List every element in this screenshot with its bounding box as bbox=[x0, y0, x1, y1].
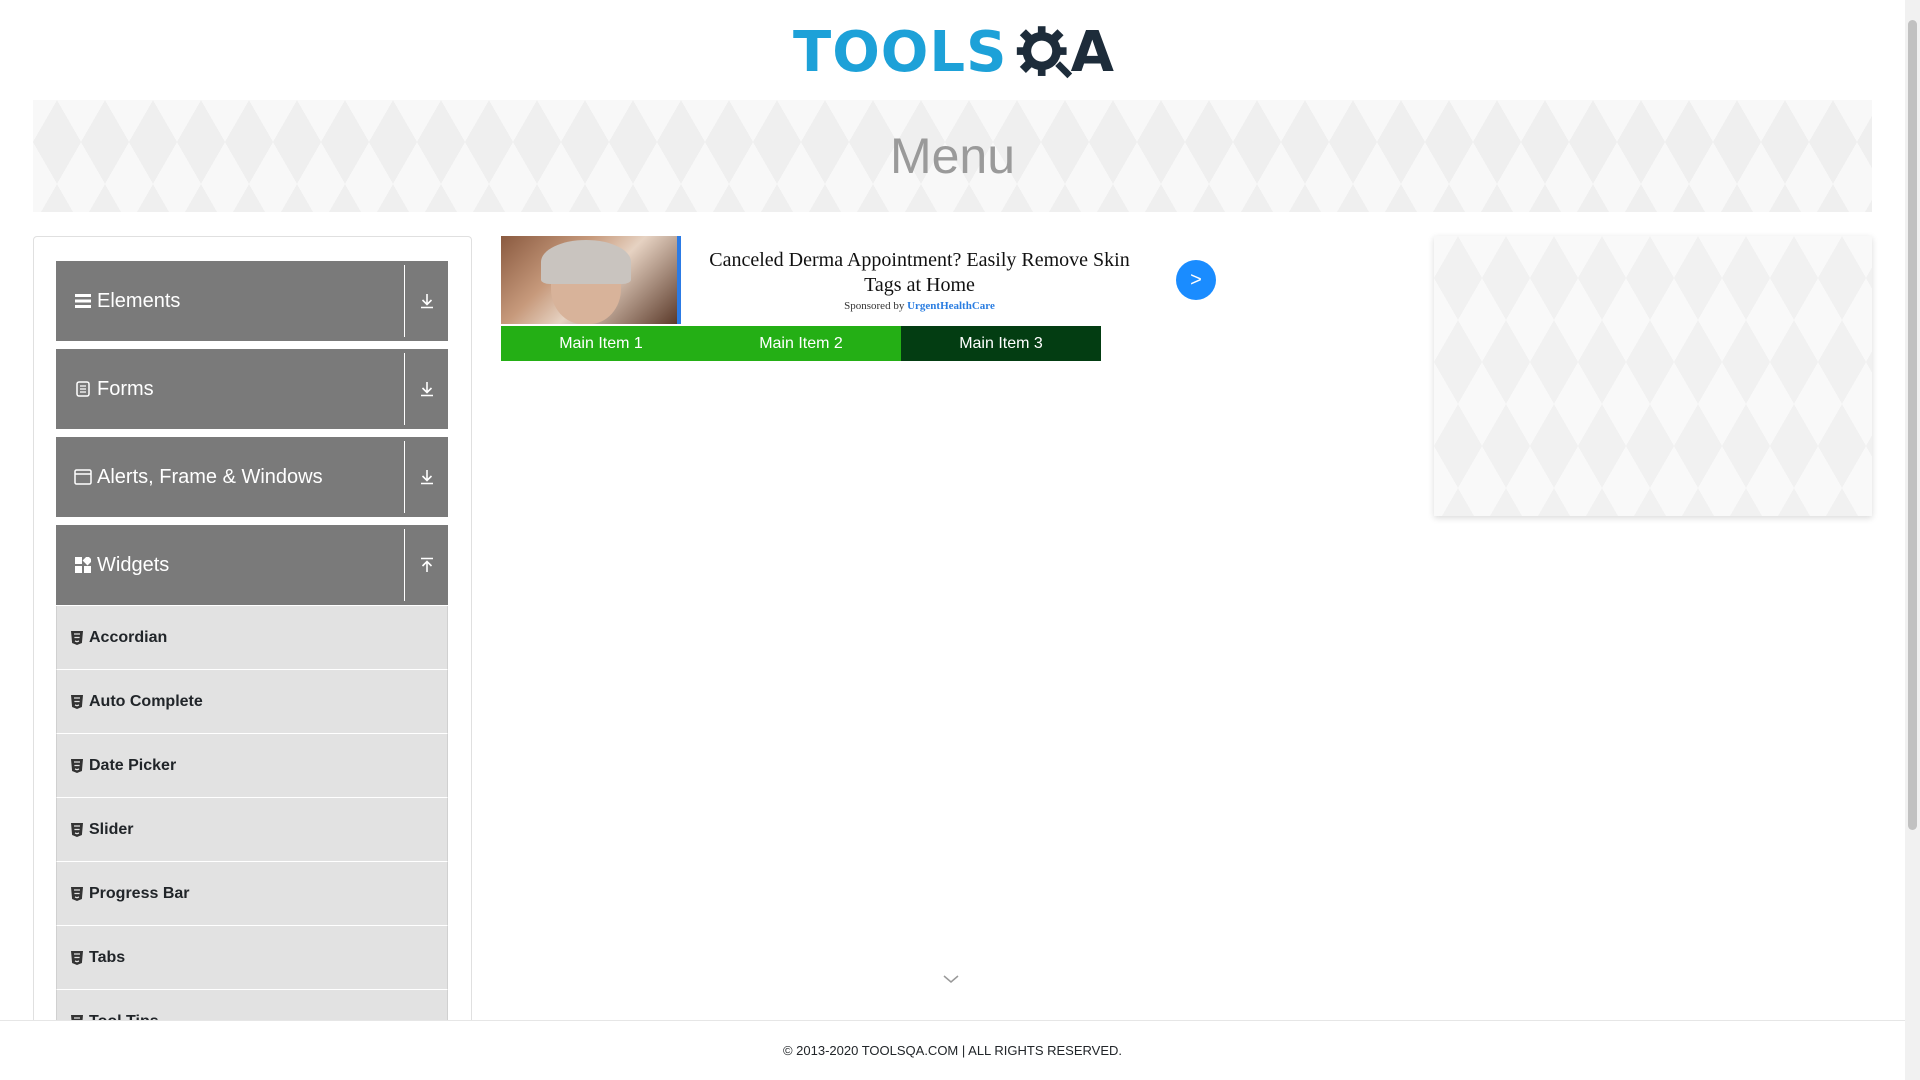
sidebar-group-label: Widgets bbox=[97, 553, 170, 576]
gear-magnifier-icon bbox=[1017, 25, 1073, 78]
sidebar-group-label: Alerts, Frame & Windows bbox=[97, 465, 323, 488]
sidebar-group-forms[interactable]: Forms bbox=[56, 349, 448, 429]
ad-image[interactable] bbox=[501, 236, 681, 324]
copyright-text: © 2013-2020 TOOLSQA.COM | ALL RIGHTS RES… bbox=[782, 1043, 1123, 1058]
document-icon bbox=[74, 380, 92, 398]
sidebar-item-tabs[interactable]: Tabs bbox=[56, 926, 448, 990]
ad-body: Canceled Derma Appointment? Easily Remov… bbox=[681, 236, 1158, 324]
sidebar-item-date-picker[interactable]: Date Picker bbox=[56, 734, 448, 798]
main-menu: Main Item 1 Main Item 2 Main Item 3 bbox=[501, 326, 1101, 361]
sidebar-item-slider[interactable]: Slider bbox=[56, 798, 448, 862]
html5-icon bbox=[71, 630, 83, 645]
html5-icon bbox=[71, 758, 83, 773]
upload-arrow-icon[interactable] bbox=[404, 529, 448, 601]
ad-sponsored-prefix: Sponsored by bbox=[844, 300, 905, 312]
right-ad-placeholder bbox=[1434, 236, 1872, 516]
sidebar-group-label: Forms bbox=[97, 377, 154, 400]
menu-item-main-1[interactable]: Main Item 1 bbox=[501, 326, 701, 361]
html5-icon bbox=[71, 694, 83, 709]
scrollbar-thumb[interactable] bbox=[1908, 20, 1917, 830]
html5-icon bbox=[71, 822, 83, 837]
sidebar-item-accordian[interactable]: Accordian bbox=[56, 606, 448, 670]
toolsqa-logo[interactable]: TOOLS A bbox=[793, 15, 1115, 90]
sidebar-item-label: Accordian bbox=[89, 628, 168, 646]
menu-item-main-3[interactable]: Main Item 3 bbox=[901, 326, 1101, 361]
sidebar-item-label: Date Picker bbox=[89, 756, 177, 774]
sidebar-group-label: Elements bbox=[97, 289, 181, 312]
ad-headline[interactable]: Canceled Derma Appointment? Easily Remov… bbox=[691, 248, 1148, 298]
download-arrow-icon[interactable] bbox=[404, 441, 448, 513]
ad-go-button[interactable]: > bbox=[1176, 260, 1216, 300]
html5-icon bbox=[71, 950, 83, 965]
sidebar-item-label: Slider bbox=[89, 820, 134, 838]
download-arrow-icon[interactable] bbox=[404, 265, 448, 337]
sidebar-item-label: Tabs bbox=[89, 948, 126, 966]
window-icon bbox=[74, 468, 92, 486]
sidebar-item-label: Progress Bar bbox=[89, 884, 190, 902]
page-banner: Menu bbox=[33, 100, 1872, 212]
sponsored-ad[interactable]: Canceled Derma Appointment? Easily Remov… bbox=[501, 236, 1216, 324]
sidebar-group-alerts-frame-windows[interactable]: Alerts, Frame & Windows bbox=[56, 437, 448, 517]
page-footer: © 2013-2020 TOOLSQA.COM | ALL RIGHTS RES… bbox=[0, 1020, 1905, 1080]
hamburger-icon bbox=[74, 292, 92, 310]
widgets-sub-list: Accordian Auto Complete Date Picker Slid… bbox=[56, 606, 448, 1026]
sidebar-item-auto-complete[interactable]: Auto Complete bbox=[56, 670, 448, 734]
ad-sponsor-link[interactable]: UrgentHealthCare bbox=[907, 300, 995, 312]
chevron-down-icon[interactable] bbox=[942, 972, 960, 986]
sidebar-item-label: Auto Complete bbox=[89, 692, 203, 710]
logo-qa-text: A bbox=[1070, 19, 1115, 85]
sidebar-group-widgets[interactable]: Widgets bbox=[56, 525, 448, 605]
menu-item-main-2[interactable]: Main Item 2 bbox=[701, 326, 901, 361]
logo-tools-text: TOOLS bbox=[793, 19, 1008, 85]
sidebar: Elements Forms Alerts, Frame & Windows W… bbox=[33, 236, 472, 1026]
sidebar-item-progress-bar[interactable]: Progress Bar bbox=[56, 862, 448, 926]
ad-image-hair bbox=[541, 240, 631, 284]
download-arrow-icon[interactable] bbox=[404, 353, 448, 425]
widgets-icon bbox=[74, 556, 92, 574]
sidebar-group-elements[interactable]: Elements bbox=[56, 261, 448, 341]
page-scrollbar[interactable] bbox=[1905, 0, 1920, 1080]
ad-sponsor-line: Sponsored by UrgentHealthCare bbox=[844, 300, 995, 312]
html5-icon bbox=[71, 886, 83, 901]
page-title: Menu bbox=[889, 128, 1016, 184]
